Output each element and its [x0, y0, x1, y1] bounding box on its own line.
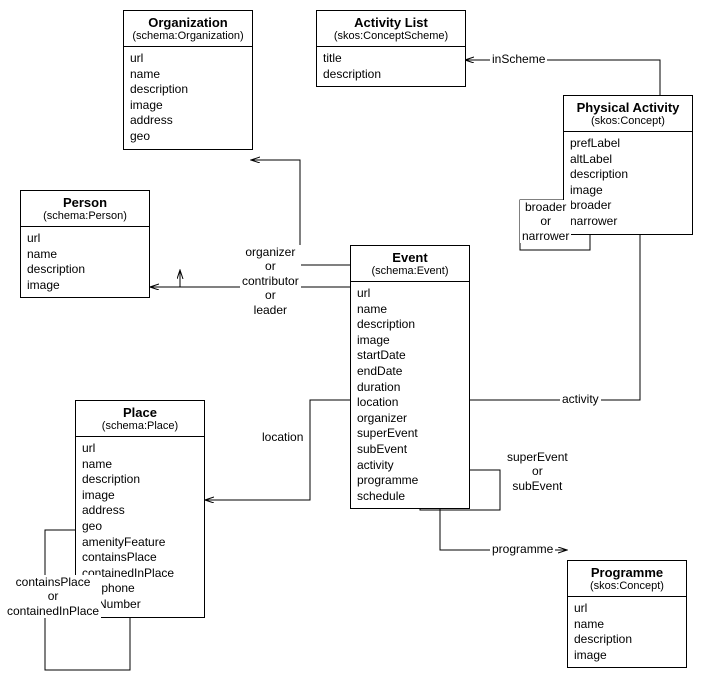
entity-title: Programme [574, 565, 680, 580]
attr: endDate [357, 364, 463, 380]
entity-physical-activity: Physical Activity (skos:Concept) prefLab… [563, 95, 693, 235]
attr: image [357, 333, 463, 349]
attr: amenityFeature [82, 535, 198, 551]
entity-title: Event [357, 250, 463, 265]
entity-body: url name description image startDate end… [351, 282, 469, 508]
edge-label-broader-narrower: broader or narrower [520, 200, 571, 243]
attr: url [357, 286, 463, 302]
attr: description [574, 632, 680, 648]
attr: prefLabel [570, 136, 686, 152]
attr: description [323, 67, 459, 83]
entity-body: url name description image [568, 597, 686, 667]
attr: name [82, 457, 198, 473]
attr: schedule [357, 489, 463, 505]
entity-stereotype: (schema:Place) [82, 420, 198, 432]
entity-stereotype: (schema:Event) [357, 265, 463, 277]
entity-title: Activity List [323, 15, 459, 30]
edge-label-programme: programme [490, 542, 555, 556]
attr: organizer [357, 411, 463, 427]
entity-title: Place [82, 405, 198, 420]
attr: description [357, 317, 463, 333]
attr: geo [82, 519, 198, 535]
entity-stereotype: (schema:Organization) [130, 30, 246, 42]
attr: duration [357, 380, 463, 396]
entity-title: Physical Activity [570, 100, 686, 115]
attr: address [130, 113, 246, 129]
entity-person: Person (schema:Person) url name descript… [20, 190, 150, 298]
edge-label-activity: activity [560, 392, 601, 406]
attr: containsPlace [82, 550, 198, 566]
entity-stereotype: (skos:Concept) [574, 580, 680, 592]
entity-body: url name description image [21, 227, 149, 297]
attr: name [574, 617, 680, 633]
attr: broader [570, 198, 686, 214]
attr: image [574, 648, 680, 664]
attr: url [574, 601, 680, 617]
attr: superEvent [357, 426, 463, 442]
entity-stereotype: (skos:Concept) [570, 115, 686, 127]
attr: image [82, 488, 198, 504]
entity-body: title description [317, 47, 465, 86]
edge-label-location: location [260, 430, 305, 444]
attr: altLabel [570, 152, 686, 168]
entity-programme: Programme (skos:Concept) url name descri… [567, 560, 687, 668]
attr: startDate [357, 348, 463, 364]
entity-event: Event (schema:Event) url name descriptio… [350, 245, 470, 509]
edge-label-contains-contained: containsPlace or containedInPlace [5, 575, 101, 618]
attr: description [570, 167, 686, 183]
attr: address [82, 503, 198, 519]
attr: name [357, 302, 463, 318]
attr: url [82, 441, 198, 457]
entity-title: Organization [130, 15, 246, 30]
attr: narrower [570, 214, 686, 230]
attr: subEvent [357, 442, 463, 458]
attr: url [130, 51, 246, 67]
attr: geo [130, 129, 246, 145]
attr: url [27, 231, 143, 247]
attr: activity [357, 458, 463, 474]
attr: name [27, 247, 143, 263]
edge-label-super-sub-event: superEvent or subEvent [505, 450, 570, 493]
entity-title: Person [27, 195, 143, 210]
entity-stereotype: (schema:Person) [27, 210, 143, 222]
attr: image [130, 98, 246, 114]
entity-organization: Organization (schema:Organization) url n… [123, 10, 253, 150]
attr: image [570, 183, 686, 199]
attr: description [82, 472, 198, 488]
attr: programme [357, 473, 463, 489]
attr: location [357, 395, 463, 411]
entity-body: prefLabel altLabel description image bro… [564, 132, 692, 234]
attr: title [323, 51, 459, 67]
attr: name [130, 67, 246, 83]
attr: image [27, 278, 143, 294]
entity-body: url name description image address geo [124, 47, 252, 149]
entity-stereotype: (skos:ConceptScheme) [323, 30, 459, 42]
edge-label-organizer: organizer or contributor or leader [240, 245, 301, 317]
edge-label-inscheme: inScheme [490, 52, 547, 66]
attr: description [130, 82, 246, 98]
entity-activity-list: Activity List (skos:ConceptScheme) title… [316, 10, 466, 87]
attr: description [27, 262, 143, 278]
